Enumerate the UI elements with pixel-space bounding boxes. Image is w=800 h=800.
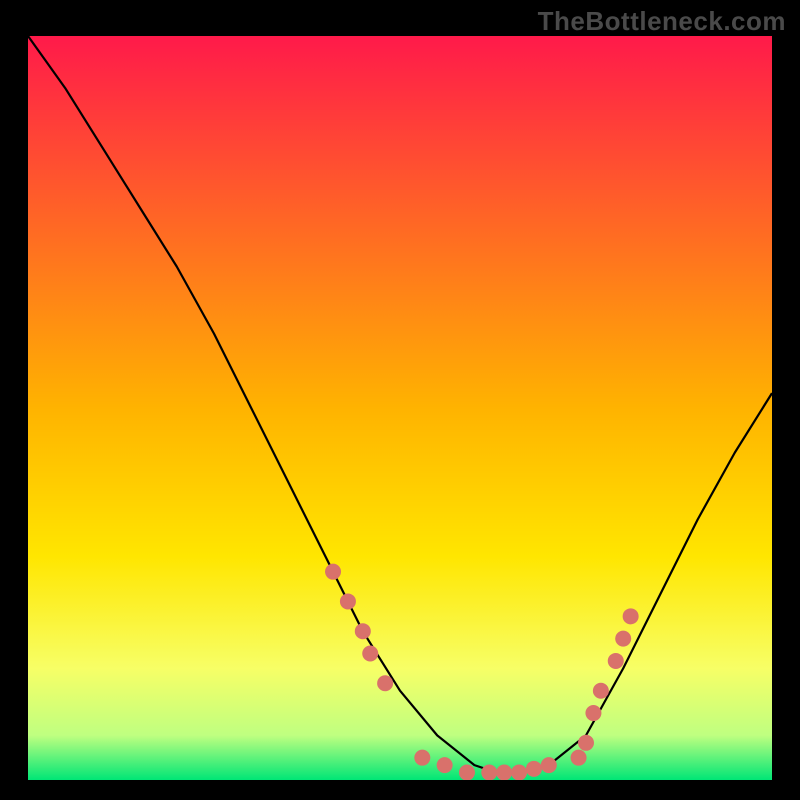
marker-dot xyxy=(571,750,587,766)
marker-dot xyxy=(585,705,601,721)
marker-dot xyxy=(623,608,639,624)
marker-dot xyxy=(496,765,512,780)
marker-dot xyxy=(437,757,453,773)
marker-dot xyxy=(608,653,624,669)
marker-dot xyxy=(377,675,393,691)
marker-dot xyxy=(481,765,497,780)
marker-dot xyxy=(541,757,557,773)
marker-dot xyxy=(414,750,430,766)
gradient-background xyxy=(28,36,772,780)
marker-dot xyxy=(459,765,475,780)
chart-container: TheBottleneck.com xyxy=(0,0,800,800)
plot-area xyxy=(28,36,772,780)
chart-svg xyxy=(28,36,772,780)
marker-dot xyxy=(325,564,341,580)
watermark-label: TheBottleneck.com xyxy=(538,6,786,37)
marker-dot xyxy=(355,623,371,639)
marker-dot xyxy=(615,631,631,647)
marker-dot xyxy=(511,765,527,780)
marker-dot xyxy=(526,761,542,777)
marker-dot xyxy=(578,735,594,751)
marker-dot xyxy=(362,646,378,662)
marker-dot xyxy=(340,593,356,609)
marker-dot xyxy=(593,683,609,699)
